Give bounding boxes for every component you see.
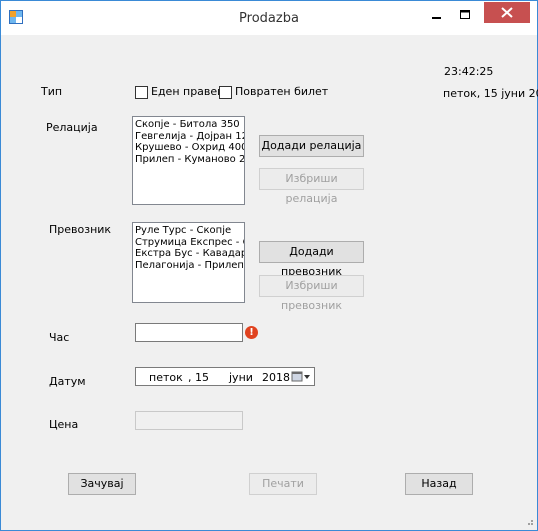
list-item[interactable]: Гевгелија - Дојран 120: [135, 131, 244, 143]
relacija-listbox[interactable]: Скопје - Битола 350 Гевгелија - Дојран 1…: [132, 116, 245, 205]
calendar-dropdown-icon[interactable]: [291, 371, 311, 383]
date-month[interactable]: јуни: [229, 371, 253, 384]
delete-prevoznik-button[interactable]: Избриши превозник: [259, 275, 364, 312]
add-prevoznik-button[interactable]: Додади превозник: [259, 241, 364, 278]
back-button[interactable]: Назад: [405, 473, 473, 495]
cena-input[interactable]: [135, 411, 243, 430]
date-day[interactable]: , 15: [188, 371, 209, 384]
prodazba-window: Prodazba 23:42:25 петок, 15 јуни 2018 Ти…: [0, 0, 538, 531]
cena-label: Цена: [49, 418, 79, 431]
tip-label: Тип: [41, 85, 63, 98]
print-button[interactable]: Печати: [249, 473, 317, 495]
maximize-button[interactable]: [452, 5, 478, 25]
minimize-icon: [432, 17, 441, 19]
datum-picker[interactable]: петок , 15 јуни 2018: [135, 367, 315, 386]
list-item[interactable]: Прилеп - Куманово 280: [135, 154, 244, 166]
one-way-label: Еден правец: [151, 85, 225, 98]
prevoznik-label: Превозник: [49, 223, 112, 236]
chas-label: Час: [49, 331, 70, 344]
chas-input[interactable]: [135, 323, 243, 342]
close-icon: [501, 7, 513, 18]
date-dayname[interactable]: петок: [149, 371, 183, 384]
list-item[interactable]: Екстра Бус - Кавадарци: [135, 248, 244, 260]
add-relacija-button[interactable]: Додади релација: [259, 135, 364, 157]
return-ticket-label: Повратен билет: [235, 85, 329, 98]
maximize-icon: [460, 10, 470, 19]
resize-grip-icon[interactable]: [524, 516, 534, 526]
return-ticket-checkbox[interactable]: [219, 86, 232, 99]
close-button[interactable]: [484, 2, 530, 23]
one-way-checkbox[interactable]: [135, 86, 148, 99]
list-item[interactable]: Руле Турс - Скопје: [135, 225, 244, 237]
clock-time: 23:42:25: [444, 65, 494, 78]
list-item[interactable]: Скопје - Битола 350: [135, 119, 244, 131]
list-item[interactable]: Струмица Експрес - Струмица: [135, 237, 244, 249]
delete-relacija-button[interactable]: Избриши релација: [259, 168, 364, 205]
date-year[interactable]: 2018: [262, 371, 290, 384]
clock-date: петок, 15 јуни 2018: [443, 87, 538, 100]
save-button[interactable]: Зачувај: [68, 473, 136, 495]
list-item[interactable]: Крушево - Охрид 400: [135, 142, 244, 154]
prevoznik-listbox[interactable]: Руле Турс - Скопје Струмица Експрес - Ст…: [132, 222, 245, 303]
relacija-label: Релација: [46, 121, 98, 134]
datum-label: Датум: [49, 375, 86, 388]
title-bar: Prodazba: [1, 1, 537, 35]
minimize-button[interactable]: [424, 5, 450, 25]
list-item[interactable]: Пелагонија - Прилеп: [135, 260, 244, 272]
error-icon: !: [245, 326, 258, 339]
